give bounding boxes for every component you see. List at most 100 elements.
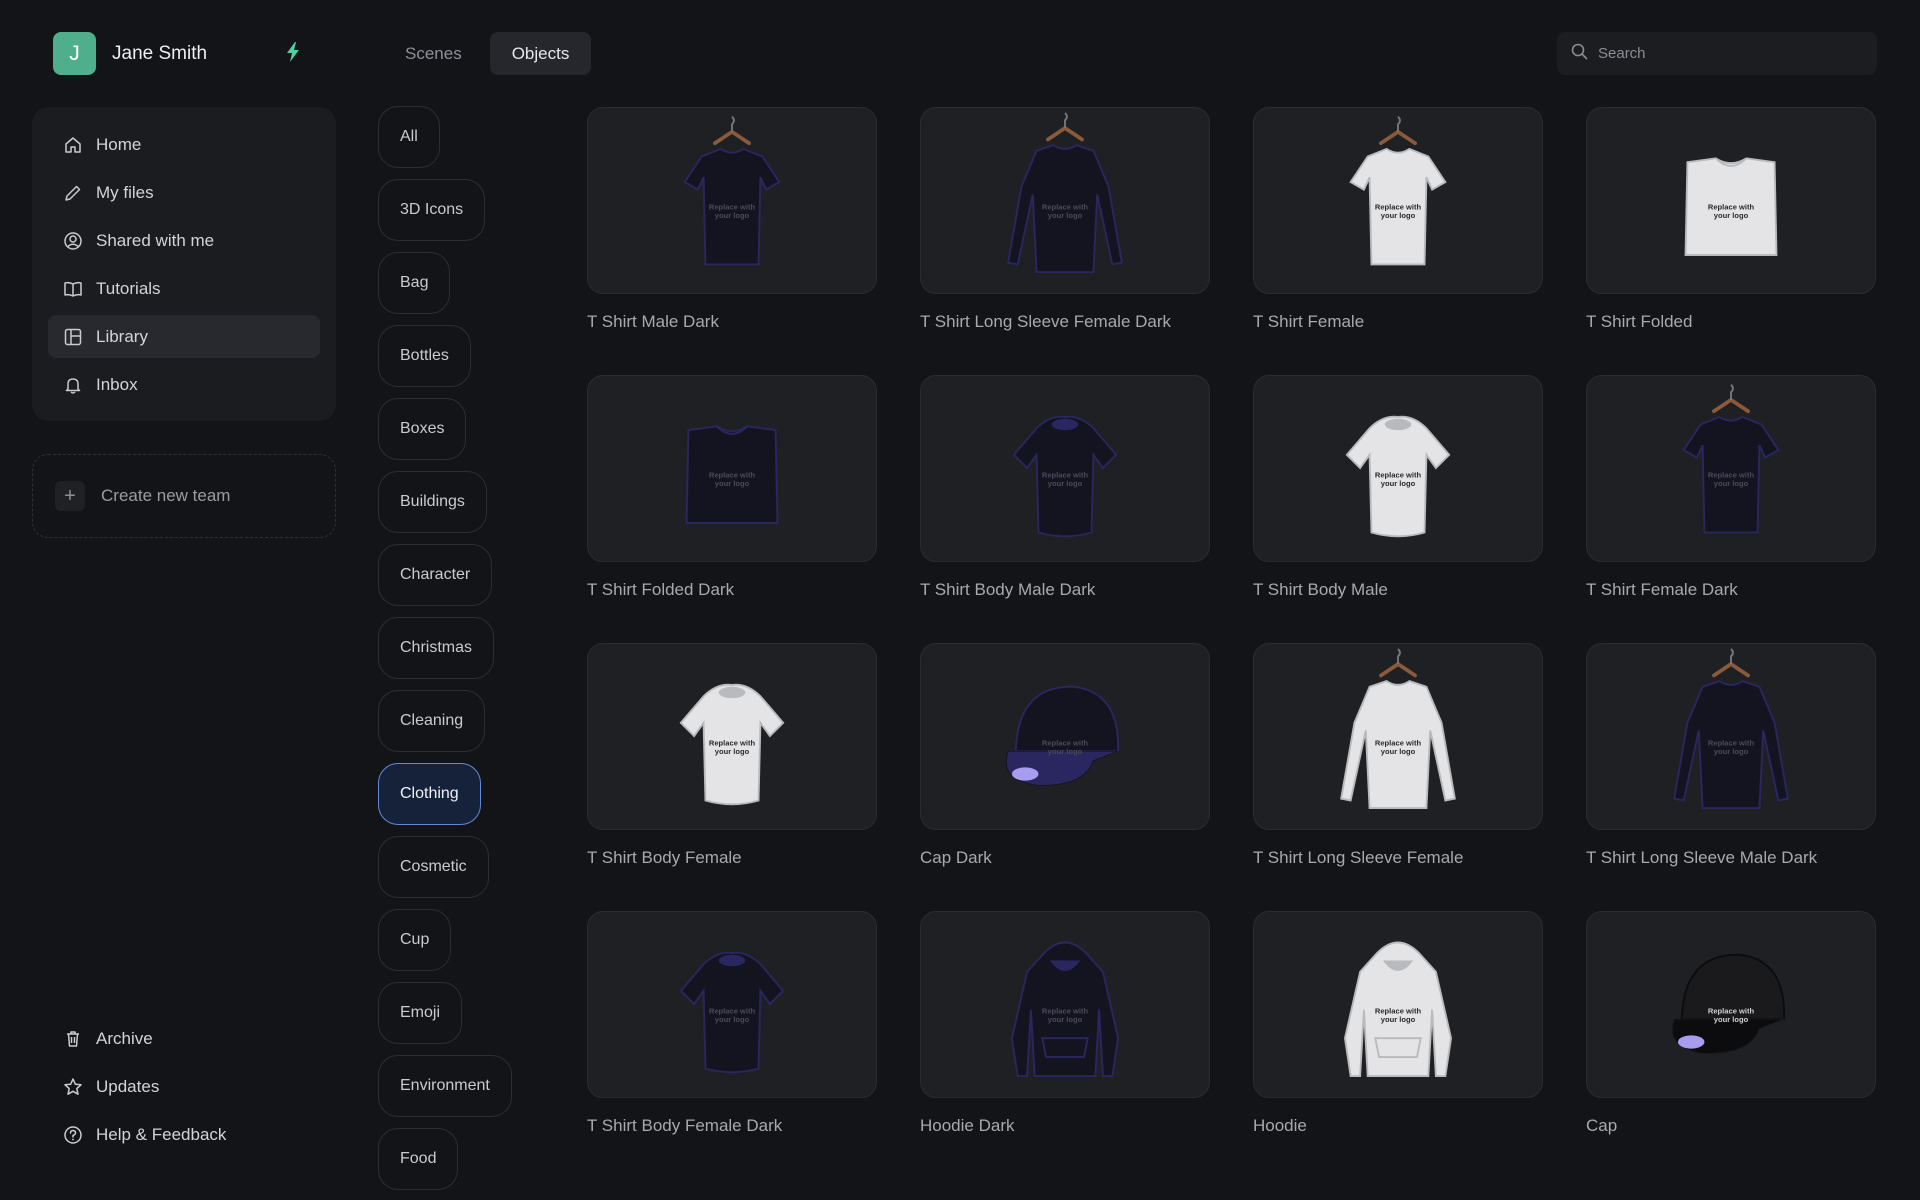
bell-icon <box>62 374 84 396</box>
longsleeve-hanger-image: Replace with your logo <box>1673 647 1789 809</box>
object-card[interactable]: Replace with your logo T Shirt Folded Dark <box>587 375 877 600</box>
category-pill-christmas[interactable]: Christmas <box>378 617 495 679</box>
category-pill-buildings[interactable]: Buildings <box>378 471 487 533</box>
object-thumbnail[interactable]: Replace with your logo <box>1586 375 1876 562</box>
sidebar-nav: Home My files Shared with me Tutorials L… <box>32 107 336 421</box>
tshirt-body-image: Replace with your logo <box>679 951 785 1073</box>
avatar[interactable]: J <box>53 32 96 75</box>
tab-objects[interactable]: Objects <box>489 32 592 75</box>
sidebar-item-archive[interactable]: Archive <box>48 1017 328 1060</box>
category-pill-bag[interactable]: Bag <box>378 252 451 314</box>
object-name: Hoodie <box>1253 1116 1307 1135</box>
object-thumbnail[interactable]: Replace with your logo <box>1586 643 1876 830</box>
object-thumbnail[interactable]: Replace with your logo <box>920 107 1210 294</box>
category-pill-boxes[interactable]: Boxes <box>378 398 467 460</box>
sidebar-item-tutorials[interactable]: Tutorials <box>48 267 320 310</box>
tshirt-body-image: Replace with your logo <box>1012 415 1118 537</box>
category-pill-cleaning[interactable]: Cleaning <box>378 690 486 752</box>
object-thumbnail[interactable]: Replace with your logo <box>587 911 877 1098</box>
object-name: T Shirt Folded <box>1586 312 1693 331</box>
logo-placeholder-text: Replace with your logo <box>1375 1006 1422 1024</box>
object-thumbnail[interactable]: Replace with your logo <box>920 911 1210 1098</box>
object-name: Cap <box>1586 1116 1618 1135</box>
category-pill-3d-icons[interactable]: 3D Icons <box>378 179 486 241</box>
category-pill-cosmetic[interactable]: Cosmetic <box>378 836 489 898</box>
object-thumbnail[interactable]: Replace with your logo <box>587 643 877 830</box>
object-thumbnail[interactable]: Replace with your logo <box>920 643 1210 830</box>
sidebar-item-shared[interactable]: Shared with me <box>48 219 320 262</box>
object-thumbnail[interactable]: Replace with your logo <box>1253 107 1543 294</box>
category-pill-all[interactable]: All <box>378 106 440 168</box>
object-thumbnail[interactable]: Replace with your logo <box>587 107 877 294</box>
object-name: T Shirt Male Dark <box>587 312 719 331</box>
tshirt-body-image: Replace with your logo <box>679 683 785 805</box>
create-team-label: Create new team <box>101 486 231 505</box>
object-card[interactable]: Replace with your logo T Shirt Female <box>1253 107 1543 332</box>
logo-placeholder-text: Replace with your logo <box>1042 470 1089 488</box>
object-thumbnail[interactable]: Replace with your logo <box>920 375 1210 562</box>
tshirt-hanger-image: Replace with your logo <box>683 115 781 265</box>
object-card[interactable]: Replace with your logo T Shirt Body Female <box>587 643 877 868</box>
object-card[interactable]: Replace with your logo Hoodie <box>1253 911 1543 1136</box>
logo-placeholder-text: Replace with your logo <box>709 738 756 756</box>
object-thumbnail[interactable]: Replace with your logo <box>1586 107 1876 294</box>
sidebar-item-library[interactable]: Library <box>48 315 320 358</box>
category-pill-food[interactable]: Food <box>378 1128 459 1190</box>
object-card[interactable]: Replace with your logo T Shirt Long Sleeve… <box>920 107 1210 332</box>
logo-placeholder-text: Replace with your logo <box>1708 202 1755 220</box>
category-pill-environment[interactable]: Environment <box>378 1055 512 1117</box>
category-pill-clothing[interactable]: Clothing <box>378 763 481 825</box>
user-profile[interactable]: J Jane Smith <box>53 32 207 75</box>
logo-placeholder-text: Replace with your logo <box>709 202 756 220</box>
sidebar-item-help[interactable]: Help & Feedback <box>48 1113 328 1156</box>
object-card[interactable]: Replace with your logo T Shirt Folded <box>1586 107 1876 332</box>
logo-placeholder-text: Replace with your logo <box>709 1006 756 1024</box>
object-thumbnail[interactable]: Replace with your logo <box>1253 643 1543 830</box>
object-thumbnail[interactable]: Replace with your logo <box>1586 911 1876 1098</box>
logo-placeholder-text: Replace with your logo <box>1375 470 1422 488</box>
logo-placeholder-text: Replace with your logo <box>1042 1006 1089 1024</box>
logo-placeholder-text: Replace with your logo <box>1375 202 1422 220</box>
object-name: T Shirt Body Female Dark <box>587 1116 783 1135</box>
object-thumbnail[interactable]: Replace with your logo <box>587 375 877 562</box>
sidebar-item-label: My files <box>96 182 154 202</box>
logo-placeholder-text: Replace with your logo <box>709 470 756 488</box>
object-thumbnail[interactable]: Replace with your logo <box>1253 375 1543 562</box>
sidebar-item-home[interactable]: Home <box>48 123 320 166</box>
category-pill-character[interactable]: Character <box>378 544 493 606</box>
object-card[interactable]: Replace with your logo Cap <box>1586 911 1876 1136</box>
search-icon <box>1571 43 1588 65</box>
logo-placeholder-text: Replace with your logo <box>1375 738 1422 756</box>
category-pill-cup[interactable]: Cup <box>378 909 452 971</box>
object-card[interactable]: Replace with your logo Cap Dark <box>920 643 1210 868</box>
plus-icon: + <box>55 481 85 511</box>
object-card[interactable]: Replace with your logo T Shirt Male Dark <box>587 107 877 332</box>
object-card[interactable]: Replace with your logo Hoodie Dark <box>920 911 1210 1136</box>
object-card[interactable]: Replace with your logo T Shirt Body Female… <box>587 911 877 1136</box>
object-thumbnail[interactable]: Replace with your logo <box>1253 911 1543 1098</box>
star-icon <box>62 1076 84 1098</box>
object-name: T Shirt Long Sleeve Female Dark <box>920 312 1172 331</box>
object-name: T Shirt Body Male Dark <box>920 580 1096 599</box>
hoodie-image: Replace with your logo <box>1010 941 1120 1077</box>
user-name: Jane Smith <box>112 42 208 64</box>
object-card[interactable]: Replace with your logo T Shirt Long Sleeve… <box>1253 643 1543 868</box>
category-pill-bottles[interactable]: Bottles <box>378 325 471 387</box>
category-pill-emoji[interactable]: Emoji <box>378 982 463 1044</box>
user-circle-icon <box>62 230 84 252</box>
object-name: T Shirt Female <box>1253 312 1365 331</box>
object-card[interactable]: Replace with your logo T Shirt Body Male D… <box>920 375 1210 600</box>
tab-scenes[interactable]: Scenes <box>383 32 484 75</box>
object-name: T Shirt Long Sleeve Female <box>1253 848 1464 867</box>
search-input[interactable] <box>1598 45 1858 62</box>
lightning-icon[interactable] <box>285 42 301 67</box>
sidebar-item-updates[interactable]: Updates <box>48 1065 328 1108</box>
object-card[interactable]: Replace with your logo T Shirt Female Dark <box>1586 375 1876 600</box>
object-card[interactable]: Replace with your logo T Shirt Long Sleeve… <box>1586 643 1876 868</box>
create-team-button[interactable]: + Create new team <box>32 454 336 538</box>
sidebar-bottom-nav: Archive Updates Help & Feedback <box>48 1017 328 1161</box>
search-box[interactable] <box>1557 32 1877 75</box>
sidebar-item-inbox[interactable]: Inbox <box>48 363 320 406</box>
sidebar-item-my-files[interactable]: My files <box>48 171 320 214</box>
object-card[interactable]: Replace with your logo T Shirt Body Male <box>1253 375 1543 600</box>
